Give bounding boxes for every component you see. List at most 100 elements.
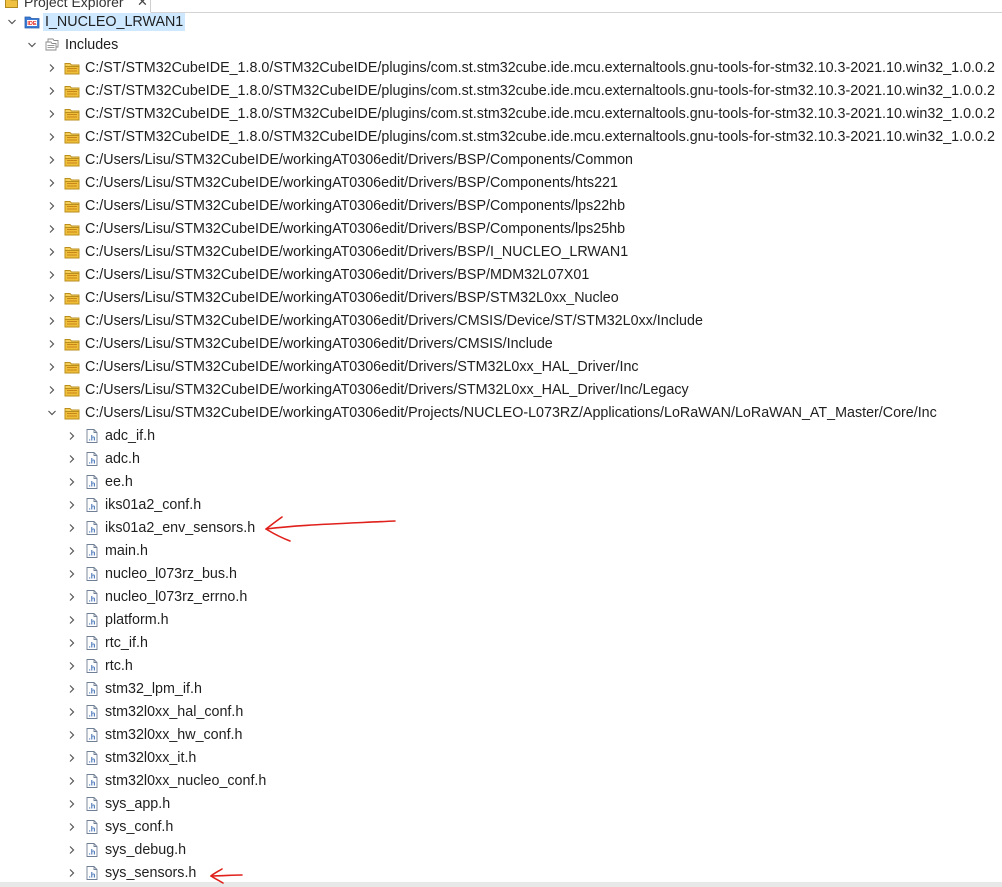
include-path-label: C:/Users/Lisu/STM32CubeIDE/workingAT0306… — [85, 336, 553, 352]
tree-item-include-path[interactable]: C:/ST/STM32CubeIDE_1.8.0/STM32CubeIDE/pl… — [0, 80, 1002, 103]
tree-item-include-path[interactable]: C:/ST/STM32CubeIDE_1.8.0/STM32CubeIDE/pl… — [0, 126, 1002, 149]
tree-item-header-file[interactable]: .h sys_conf.h — [0, 816, 1002, 839]
header-file-label: main.h — [105, 543, 148, 559]
tree-item-header-file[interactable]: .h ee.h — [0, 471, 1002, 494]
chevron-right-icon[interactable] — [47, 224, 57, 234]
svg-text:.h: .h — [89, 871, 96, 880]
svg-text:.h: .h — [89, 733, 96, 742]
tree-item-header-file[interactable]: .h adc_if.h — [0, 425, 1002, 448]
tree-item-include-path[interactable]: C:/Users/Lisu/STM32CubeIDE/workingAT0306… — [0, 402, 1002, 425]
chevron-down-icon[interactable] — [7, 17, 17, 27]
chevron-right-icon[interactable] — [67, 707, 77, 717]
chevron-right-icon[interactable] — [67, 454, 77, 464]
chevron-right-icon[interactable] — [67, 569, 77, 579]
include-folder-icon — [64, 316, 80, 328]
tree-item-header-file[interactable]: .h sys_app.h — [0, 793, 1002, 816]
tree-item-header-file[interactable]: .h iks01a2_env_sensors.h — [0, 517, 1002, 540]
chevron-right-icon[interactable] — [47, 132, 57, 142]
svg-text:.h: .h — [89, 641, 96, 650]
chevron-right-icon[interactable] — [47, 86, 57, 96]
chevron-right-icon[interactable] — [67, 615, 77, 625]
chevron-right-icon[interactable] — [47, 293, 57, 303]
tree-item-header-file[interactable]: .h stm32l0xx_it.h — [0, 747, 1002, 770]
chevron-right-icon[interactable] — [47, 362, 57, 372]
chevron-right-icon[interactable] — [47, 247, 57, 257]
include-path-label: C:/ST/STM32CubeIDE_1.8.0/STM32CubeIDE/pl… — [85, 129, 995, 145]
svg-text:.h: .h — [89, 848, 96, 857]
tree-item-header-file[interactable]: .h nucleo_l073rz_bus.h — [0, 563, 1002, 586]
tree-item-header-file[interactable]: .h iks01a2_conf.h — [0, 494, 1002, 517]
tree-item-include-path[interactable]: C:/Users/Lisu/STM32CubeIDE/workingAT0306… — [0, 287, 1002, 310]
chevron-right-icon[interactable] — [67, 523, 77, 533]
tree-item-header-file[interactable]: .h platform.h — [0, 609, 1002, 632]
chevron-right-icon[interactable] — [67, 799, 77, 809]
include-path-label: C:/Users/Lisu/STM32CubeIDE/workingAT0306… — [85, 405, 937, 421]
chevron-right-icon[interactable] — [67, 592, 77, 602]
tree-item-include-path[interactable]: C:/Users/Lisu/STM32CubeIDE/workingAT0306… — [0, 310, 1002, 333]
tree-item-header-file[interactable]: .h stm32l0xx_hal_conf.h — [0, 701, 1002, 724]
chevron-right-icon[interactable] — [47, 178, 57, 188]
header-file-label: iks01a2_conf.h — [105, 497, 202, 513]
header-file-icon: .h — [86, 705, 98, 719]
header-file-icon: .h — [86, 843, 98, 857]
header-file-icon: .h — [86, 498, 98, 512]
tree-item-include-path[interactable]: C:/Users/Lisu/STM32CubeIDE/workingAT0306… — [0, 264, 1002, 287]
tree-item-include-path[interactable]: C:/ST/STM32CubeIDE_1.8.0/STM32CubeIDE/pl… — [0, 57, 1002, 80]
chevron-right-icon[interactable] — [67, 684, 77, 694]
tree-item-include-path[interactable]: C:/Users/Lisu/STM32CubeIDE/workingAT0306… — [0, 218, 1002, 241]
header-file-label: stm32l0xx_hw_conf.h — [105, 727, 243, 743]
header-file-label: sys_conf.h — [105, 819, 174, 835]
chevron-right-icon[interactable] — [47, 63, 57, 73]
tree-item-includes[interactable]: Includes — [0, 34, 1002, 57]
tree-item-header-file[interactable]: .h stm32_lpm_if.h — [0, 678, 1002, 701]
tree-item-project[interactable]: IDE I_NUCLEO_LRWAN1 — [0, 11, 1002, 34]
tree-item-header-file[interactable]: .h main.h — [0, 540, 1002, 563]
chevron-right-icon[interactable] — [47, 109, 57, 119]
chevron-down-icon[interactable] — [27, 40, 37, 50]
tree-item-header-file[interactable]: .h rtc_if.h — [0, 632, 1002, 655]
tree-item-include-path[interactable]: C:/Users/Lisu/STM32CubeIDE/workingAT0306… — [0, 195, 1002, 218]
horizontal-scrollbar[interactable] — [0, 882, 1002, 887]
chevron-right-icon[interactable] — [67, 730, 77, 740]
chevron-right-icon[interactable] — [67, 753, 77, 763]
include-path-label: C:/Users/Lisu/STM32CubeIDE/workingAT0306… — [85, 175, 618, 191]
chevron-right-icon[interactable] — [47, 385, 57, 395]
tree-item-include-path[interactable]: C:/Users/Lisu/STM32CubeIDE/workingAT0306… — [0, 241, 1002, 264]
tree-item-header-file[interactable]: .h nucleo_l073rz_errno.h — [0, 586, 1002, 609]
chevron-right-icon[interactable] — [47, 155, 57, 165]
chevron-right-icon[interactable] — [47, 201, 57, 211]
tree-item-header-file[interactable]: .h adc.h — [0, 448, 1002, 471]
chevron-right-icon[interactable] — [67, 868, 77, 878]
header-file-label: iks01a2_env_sensors.h — [105, 520, 256, 536]
chevron-right-icon[interactable] — [67, 431, 77, 441]
tree-item-header-file[interactable]: .h stm32l0xx_hw_conf.h — [0, 724, 1002, 747]
svg-text:.h: .h — [89, 549, 96, 558]
chevron-right-icon[interactable] — [67, 776, 77, 786]
chevron-right-icon[interactable] — [47, 339, 57, 349]
header-file-label: adc_if.h — [105, 428, 156, 444]
close-icon[interactable]: ✕ — [137, 0, 148, 10]
chevron-right-icon[interactable] — [67, 638, 77, 648]
tree-item-header-file[interactable]: .h stm32l0xx_nucleo_conf.h — [0, 770, 1002, 793]
tree-item-include-path[interactable]: C:/ST/STM32CubeIDE_1.8.0/STM32CubeIDE/pl… — [0, 103, 1002, 126]
chevron-right-icon[interactable] — [67, 661, 77, 671]
tree-item-header-file[interactable]: .h sys_debug.h — [0, 839, 1002, 862]
chevron-down-icon[interactable] — [47, 408, 57, 418]
include-folder-icon — [64, 385, 80, 397]
tree-item-include-path[interactable]: C:/Users/Lisu/STM32CubeIDE/workingAT0306… — [0, 356, 1002, 379]
include-folder-icon — [64, 270, 80, 282]
header-file-label: ee.h — [105, 474, 133, 490]
tree-item-header-file[interactable]: .h rtc.h — [0, 655, 1002, 678]
chevron-right-icon[interactable] — [67, 546, 77, 556]
chevron-right-icon[interactable] — [67, 500, 77, 510]
chevron-right-icon[interactable] — [47, 316, 57, 326]
chevron-right-icon[interactable] — [67, 477, 77, 487]
tree-item-include-path[interactable]: C:/Users/Lisu/STM32CubeIDE/workingAT0306… — [0, 172, 1002, 195]
tree-item-include-path[interactable]: C:/Users/Lisu/STM32CubeIDE/workingAT0306… — [0, 333, 1002, 356]
tree-item-include-path[interactable]: C:/Users/Lisu/STM32CubeIDE/workingAT0306… — [0, 379, 1002, 402]
chevron-right-icon[interactable] — [67, 845, 77, 855]
tree-item-include-path[interactable]: C:/Users/Lisu/STM32CubeIDE/workingAT0306… — [0, 149, 1002, 172]
chevron-right-icon[interactable] — [67, 822, 77, 832]
chevron-right-icon[interactable] — [47, 270, 57, 280]
header-file-label: stm32l0xx_it.h — [105, 750, 197, 766]
